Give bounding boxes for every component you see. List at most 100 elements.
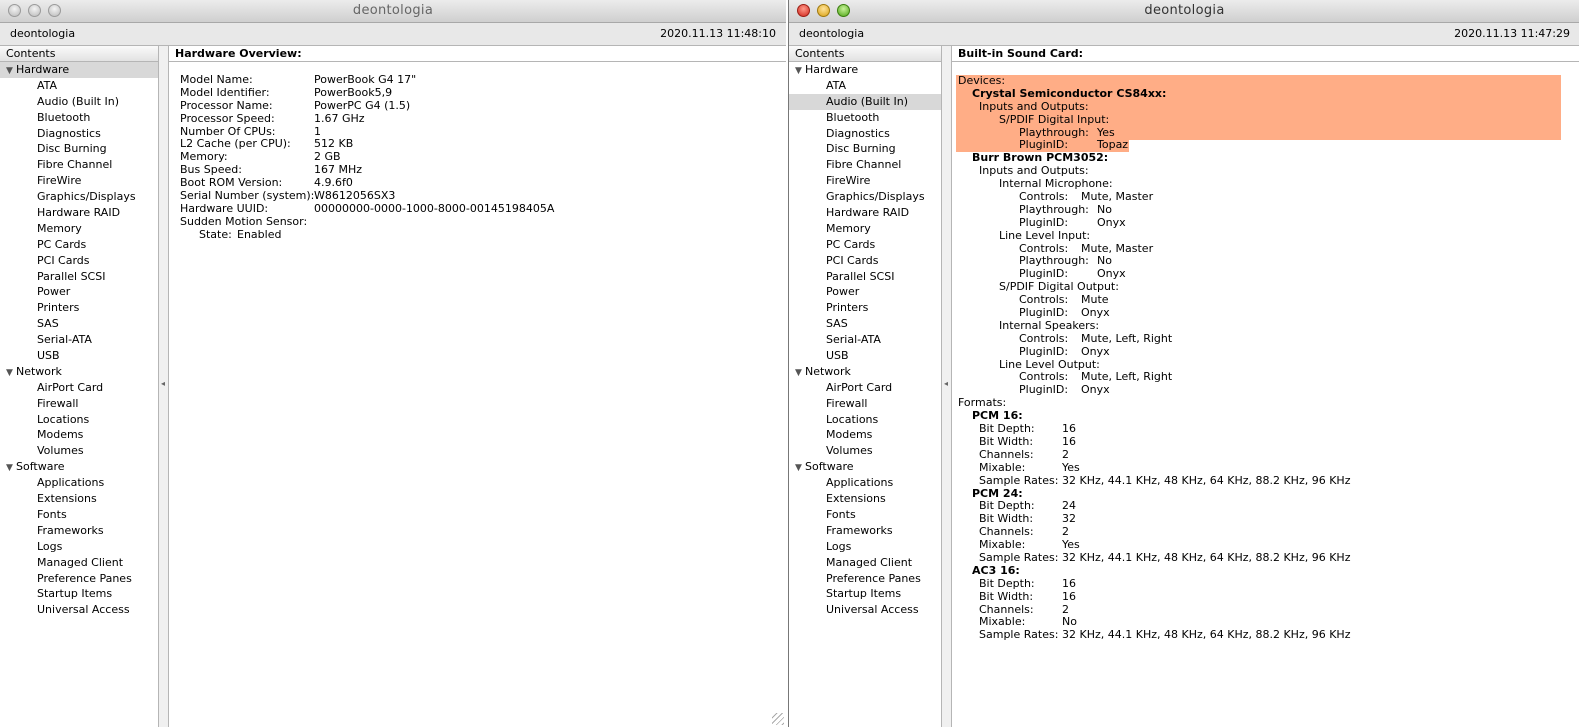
sidebar-item-bluetooth[interactable]: Bluetooth xyxy=(0,110,158,126)
sidebar-item-audio-built-in[interactable]: Audio (Built In) xyxy=(789,93,941,110)
sidebar-item-power[interactable]: Power xyxy=(0,284,158,300)
sidebar-item-startup-items[interactable]: Startup Items xyxy=(789,586,941,602)
disclosure-triangle-icon[interactable]: ▼ xyxy=(6,64,16,80)
resize-grip-icon[interactable] xyxy=(772,713,784,725)
sidebar-item-disc-burning[interactable]: Disc Burning xyxy=(0,141,158,157)
sidebar-item-modems[interactable]: Modems xyxy=(0,427,158,443)
sidebar-item-pc-cards[interactable]: PC Cards xyxy=(0,237,158,253)
sidebar-item-disc-burning[interactable]: Disc Burning xyxy=(789,141,941,157)
sidebar-item-sas[interactable]: SAS xyxy=(0,316,158,332)
timestamp: 2020.11.13 11:47:29 xyxy=(1454,27,1570,40)
sidebar-item-universal-access[interactable]: Universal Access xyxy=(789,602,941,618)
sidebar-item-frameworks[interactable]: Frameworks xyxy=(789,523,941,539)
sidebar-item-printers[interactable]: Printers xyxy=(789,300,941,316)
sidebar-item-bluetooth[interactable]: Bluetooth xyxy=(789,110,941,126)
sidebar-item-usb[interactable]: USB xyxy=(789,348,941,364)
sidebar-item-printers[interactable]: Printers xyxy=(0,300,158,316)
contents-header[interactable]: Contents xyxy=(789,46,941,62)
sidebar-item-parallel-scsi[interactable]: Parallel SCSI xyxy=(0,269,158,285)
sidebar-item-locations[interactable]: Locations xyxy=(0,412,158,428)
sidebar-item-locations[interactable]: Locations xyxy=(789,412,941,428)
sidebar-item-memory[interactable]: Memory xyxy=(0,221,158,237)
sidebar-item-graphics-displays[interactable]: Graphics/Displays xyxy=(789,189,941,205)
sidebar-item-fibre-channel[interactable]: Fibre Channel xyxy=(789,157,941,173)
sidebar-item-parallel-scsi[interactable]: Parallel SCSI xyxy=(789,269,941,285)
sidebar-item-firewire[interactable]: FireWire xyxy=(789,173,941,189)
sidebar-item-pc-cards[interactable]: PC Cards xyxy=(789,237,941,253)
sound-detail-row: Playthrough: No xyxy=(952,203,1579,217)
sound-detail-row: S/PDIF Digital Input: xyxy=(952,113,1579,127)
sidebar-item-power[interactable]: Power xyxy=(789,284,941,300)
sidebar-category-network[interactable]: ▼ Network xyxy=(789,364,941,380)
sidebar-item-firewall[interactable]: Firewall xyxy=(0,396,158,412)
sidebar-item-fibre-channel[interactable]: Fibre Channel xyxy=(0,157,158,173)
sidebar-item-diagnostics[interactable]: Diagnostics xyxy=(0,126,158,142)
sidebar-category-network[interactable]: ▼ Network xyxy=(0,364,158,380)
sidebar-category-hardware[interactable]: ▼ Hardware xyxy=(789,62,941,78)
sidebar-item-ata[interactable]: ATA xyxy=(789,78,941,94)
sidebar-item-diagnostics[interactable]: Diagnostics xyxy=(789,126,941,142)
sidebar-item-hardware-raid[interactable]: Hardware RAID xyxy=(0,205,158,221)
sidebar-item-volumes[interactable]: Volumes xyxy=(789,443,941,459)
sidebar-item-fonts[interactable]: Fonts xyxy=(789,507,941,523)
disclosure-triangle-icon[interactable]: ▼ xyxy=(795,366,805,382)
title-bar[interactable]: deontologia xyxy=(789,0,1579,23)
sidebar-item-airport-card[interactable]: AirPort Card xyxy=(0,380,158,396)
sidebar-item-airport-card[interactable]: AirPort Card xyxy=(789,380,941,396)
sidebar-item-logs[interactable]: Logs xyxy=(0,539,158,555)
sidebar-item-preference-panes[interactable]: Preference Panes xyxy=(789,571,941,587)
sidebar-item-universal-access[interactable]: Universal Access xyxy=(0,602,158,618)
sound-detail-row: Bit Width: 32 xyxy=(952,512,1579,526)
contents-sidebar[interactable]: Contents ▼ Hardware ATA Audio (Built In) Blu… xyxy=(0,46,159,727)
split-view-divider[interactable]: ◂ xyxy=(942,46,952,727)
sidebar-category-software[interactable]: ▼ Software xyxy=(0,459,158,475)
sound-detail-key: Channels: xyxy=(979,447,1034,461)
sidebar-item-logs[interactable]: Logs xyxy=(789,539,941,555)
disclosure-triangle-icon[interactable]: ▼ xyxy=(6,461,16,477)
title-bar[interactable]: deontologia xyxy=(0,0,786,23)
sidebar-item-modems[interactable]: Modems xyxy=(789,427,941,443)
sidebar-item-startup-items[interactable]: Startup Items xyxy=(0,586,158,602)
sidebar-item-hardware-raid[interactable]: Hardware RAID xyxy=(789,205,941,221)
divider-grip-icon: ◂ xyxy=(944,379,949,388)
sound-detail-key: Controls: xyxy=(1019,190,1069,204)
sidebar-item-usb[interactable]: USB xyxy=(0,348,158,364)
overview-value: PowerPC G4 (1.5) xyxy=(314,98,411,112)
sidebar-item-audio-built-in[interactable]: Audio (Built In) xyxy=(0,94,158,110)
contents-header[interactable]: Contents xyxy=(0,46,158,62)
sidebar-item-serial-ata[interactable]: Serial-ATA xyxy=(0,332,158,348)
sidebar-item-extensions[interactable]: Extensions xyxy=(0,491,158,507)
sidebar-category-software[interactable]: ▼ Software xyxy=(789,459,941,475)
sound-detail-row: Line Level Input: xyxy=(952,229,1579,243)
sidebar-item-preference-panes[interactable]: Preference Panes xyxy=(0,571,158,587)
sidebar-item-volumes[interactable]: Volumes xyxy=(0,443,158,459)
detail-title: Built-in Sound Card: xyxy=(952,46,1579,62)
sidebar-item-applications[interactable]: Applications xyxy=(789,475,941,491)
contents-sidebar[interactable]: Contents ▼ Hardware ATA Audio (Built In) Blu… xyxy=(789,46,942,727)
sidebar-item-fonts[interactable]: Fonts xyxy=(0,507,158,523)
sidebar-item-applications[interactable]: Applications xyxy=(0,475,158,491)
sidebar-item-memory[interactable]: Memory xyxy=(789,221,941,237)
sidebar-item-managed-client[interactable]: Managed Client xyxy=(789,555,941,571)
sound-detail-row: Internal Speakers: xyxy=(952,319,1579,333)
sidebar-item-ata[interactable]: ATA xyxy=(0,78,158,94)
sidebar-item-serial-ata[interactable]: Serial-ATA xyxy=(789,332,941,348)
disclosure-triangle-icon[interactable]: ▼ xyxy=(6,366,16,382)
sidebar-category-hardware[interactable]: ▼ Hardware xyxy=(0,62,158,78)
sidebar-item-extensions[interactable]: Extensions xyxy=(789,491,941,507)
sidebar-item-frameworks[interactable]: Frameworks xyxy=(0,523,158,539)
overview-row: Processor Speed: 1.67 GHz xyxy=(169,112,786,126)
sidebar-item-pci-cards[interactable]: PCI Cards xyxy=(789,253,941,269)
overview-value: 00000000-0000-1000-8000-00145198405A xyxy=(314,201,555,215)
split-view-divider[interactable]: ◂ xyxy=(159,46,169,727)
overview-row: L2 Cache (per CPU): 512 KB xyxy=(169,138,786,151)
sidebar-item-managed-client[interactable]: Managed Client xyxy=(0,555,158,571)
sidebar-item-sas[interactable]: SAS xyxy=(789,316,941,332)
sidebar-item-firewall[interactable]: Firewall xyxy=(789,396,941,412)
sidebar-item-pci-cards[interactable]: PCI Cards xyxy=(0,253,158,269)
overview-key: Model Name: xyxy=(180,73,253,86)
sidebar-item-firewire[interactable]: FireWire xyxy=(0,173,158,189)
disclosure-triangle-icon[interactable]: ▼ xyxy=(795,461,805,477)
disclosure-triangle-icon[interactable]: ▼ xyxy=(795,64,805,80)
sidebar-item-graphics-displays[interactable]: Graphics/Displays xyxy=(0,189,158,205)
